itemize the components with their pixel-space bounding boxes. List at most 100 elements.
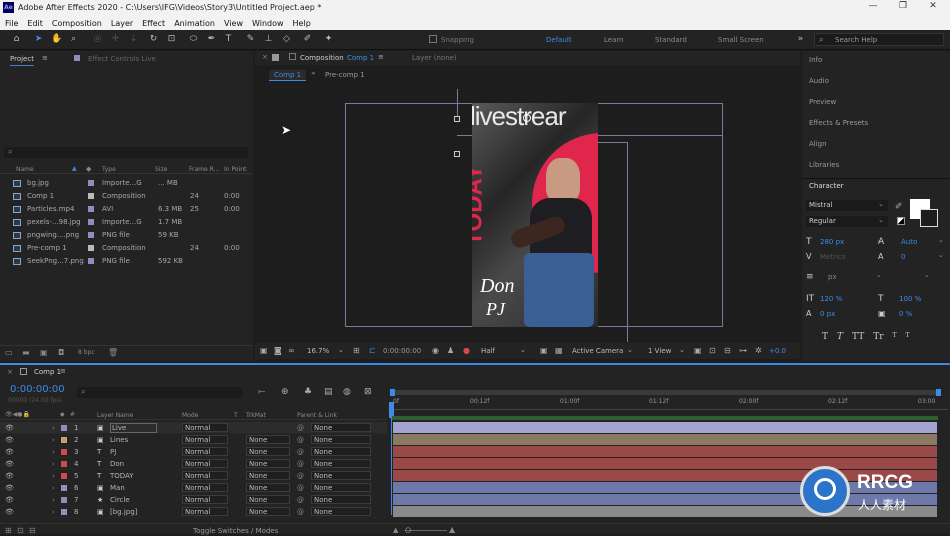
project-settings-icon[interactable]: ◘ (58, 348, 64, 357)
layer-search-input[interactable]: ⌕ (77, 387, 242, 398)
tracking-value[interactable]: 0 (901, 253, 905, 261)
tab-composition[interactable]: Composition (300, 54, 344, 62)
panel-effects-presets[interactable]: Effects & Presets (809, 119, 868, 127)
tab-layer[interactable]: Layer (none) (412, 54, 457, 62)
grid-icon[interactable]: ⊞ (353, 346, 360, 355)
panel-menu-icon[interactable]: ≡ (378, 53, 384, 61)
project-item[interactable]: pexels-...98.jpg Importe...G 1.7 MB (0, 216, 250, 229)
timeline-current-time[interactable]: 0:00:00:00 (10, 384, 65, 395)
rotation-tool-icon[interactable]: ↻ (148, 34, 159, 45)
snapping-checkbox[interactable] (429, 35, 437, 43)
work-area-start-handle[interactable] (390, 389, 395, 396)
chevron-down-icon[interactable]: ⌄ (627, 346, 633, 354)
menu-layer[interactable]: Layer (111, 19, 133, 28)
camera-select[interactable]: Active Camera (572, 347, 623, 355)
home-icon[interactable]: ⌂ (11, 34, 22, 45)
project-item[interactable]: Comp 1 Composition 24 0:00 (0, 190, 250, 203)
maximize-button[interactable]: ❐ (888, 1, 918, 14)
transform-handle[interactable] (454, 151, 460, 157)
zoom-tool-icon[interactable]: ⌕ (68, 34, 79, 45)
mask-visibility-icon[interactable]: ∞ (288, 346, 295, 355)
region-of-interest-icon[interactable]: ⊏ (369, 346, 376, 355)
menu-effect[interactable]: Effect (142, 19, 165, 28)
project-item[interactable]: SeekPng...7.png PNG file 592 KB (0, 255, 250, 268)
always-preview-icon[interactable]: ▣ (260, 346, 268, 355)
pan-camera-icon[interactable]: ✛ (110, 34, 121, 45)
panel-info[interactable]: Info (809, 56, 822, 64)
superscript-button[interactable]: T (893, 332, 897, 342)
exposure-icon[interactable]: ✲ (755, 346, 762, 355)
project-item[interactable]: pngwing....png PNG file 59 KB (0, 229, 250, 242)
work-area-bar[interactable] (392, 390, 941, 395)
eraser-tool-icon[interactable]: ◇ (281, 34, 292, 45)
resolution-select[interactable]: Half (481, 347, 495, 355)
view-layout-select[interactable]: 1 View (648, 347, 671, 355)
label-swatch[interactable] (88, 206, 94, 212)
transparency-grid-icon[interactable]: ▦ (555, 346, 563, 355)
workspace-standard[interactable]: Standard (655, 36, 687, 44)
all-caps-button[interactable]: TT (852, 332, 864, 342)
menu-edit[interactable]: Edit (27, 19, 43, 28)
zoom-in-icon[interactable]: ▲ (449, 525, 455, 534)
chevron-down-icon[interactable]: ⌄ (679, 346, 685, 354)
graph-editor-icon[interactable]: ⊠ (364, 387, 372, 397)
horizontal-scale-value[interactable]: 100 % (899, 295, 921, 303)
dolly-camera-icon[interactable]: ⇣ (128, 34, 139, 45)
menu-file[interactable]: File (5, 19, 18, 28)
workspace-learn[interactable]: Learn (604, 36, 624, 44)
clone-stamp-icon[interactable]: ⊥ (263, 34, 274, 45)
type-tool-icon[interactable]: T (223, 34, 234, 45)
panel-libraries[interactable]: Libraries (809, 161, 839, 169)
zoom-level[interactable]: 16.7% (307, 347, 329, 355)
col-frame-rate[interactable]: Frame R... (189, 166, 219, 173)
bpc-label[interactable]: 8 bpc (78, 349, 95, 356)
stroke-color-swatch[interactable] (920, 209, 938, 227)
orbit-camera-icon[interactable]: ◎ (92, 34, 103, 45)
eyedropper-icon[interactable]: ✐ (895, 202, 903, 212)
target-region-icon[interactable]: ▣ (540, 346, 548, 355)
col-size[interactable]: Size (155, 166, 167, 173)
exposure-value[interactable]: +0.0 (769, 347, 786, 355)
project-item[interactable]: bg.jpg Importe...G ... MB (0, 177, 250, 190)
vr-icon[interactable]: ◙ (274, 346, 282, 355)
panel-character[interactable]: Character (809, 182, 844, 190)
roto-brush-icon[interactable]: ✐ (302, 34, 313, 45)
layer-duration-bar[interactable] (393, 446, 937, 457)
col-in-point[interactable]: In Point (224, 166, 246, 173)
search-help-field[interactable]: ⌕ Search Help (814, 33, 944, 46)
selection-tool-icon[interactable]: ➤ (33, 34, 44, 45)
project-item[interactable]: Particles.mp4 AVI 6.3 MB 25 0:00 (0, 203, 250, 216)
font-style-select[interactable]: Regular ⌄ (806, 216, 888, 227)
puppet-pin-icon[interactable]: ✦ (323, 34, 334, 45)
work-area-end-handle[interactable] (936, 389, 941, 396)
draft-3d-icon[interactable]: ⊕ (281, 387, 289, 397)
workspace-default[interactable]: Default (546, 36, 572, 44)
menu-view[interactable]: View (224, 19, 243, 28)
font-size-value[interactable]: 280 px (820, 238, 844, 246)
motion-blur-icon[interactable]: ◍ (343, 387, 351, 397)
menu-composition[interactable]: Composition (52, 19, 102, 28)
toggle-pixel-aspect-icon[interactable]: ▣ (694, 346, 702, 355)
zoom-slider[interactable] (405, 530, 447, 531)
faux-italic-button[interactable]: T (837, 332, 843, 342)
col-name[interactable]: Name (16, 166, 34, 173)
layer-duration-bar[interactable] (393, 434, 937, 445)
timeline-icon[interactable]: ⊟ (724, 346, 731, 355)
current-time[interactable]: 0:00:00:00 (383, 347, 421, 355)
col-t[interactable]: T (234, 412, 238, 419)
chevron-down-icon[interactable]: ⌄ (924, 271, 930, 279)
minimize-button[interactable]: — (858, 1, 888, 14)
shy-layers-icon[interactable]: ♣ (304, 387, 312, 397)
tab-project[interactable]: Project (10, 55, 34, 66)
close-button[interactable]: ✕ (918, 1, 948, 14)
new-folder-icon[interactable]: ▬ (22, 348, 30, 357)
time-ruler[interactable]: 0f 00:12f 01:00f 01:12f 02:00f 02:12f 03… (388, 385, 948, 415)
close-tab-icon[interactable]: × (262, 53, 268, 61)
anchor-tool-icon[interactable]: ⊡ (166, 34, 177, 45)
transform-handle[interactable] (454, 116, 460, 122)
col-layer-name[interactable]: Layer Name (97, 412, 133, 419)
col-trkmat[interactable]: TrkMat (246, 412, 266, 419)
label-swatch[interactable] (88, 219, 94, 225)
workspace-small-screen[interactable]: Small Screen (718, 36, 764, 44)
zoom-out-icon[interactable]: ▲ (393, 526, 398, 534)
